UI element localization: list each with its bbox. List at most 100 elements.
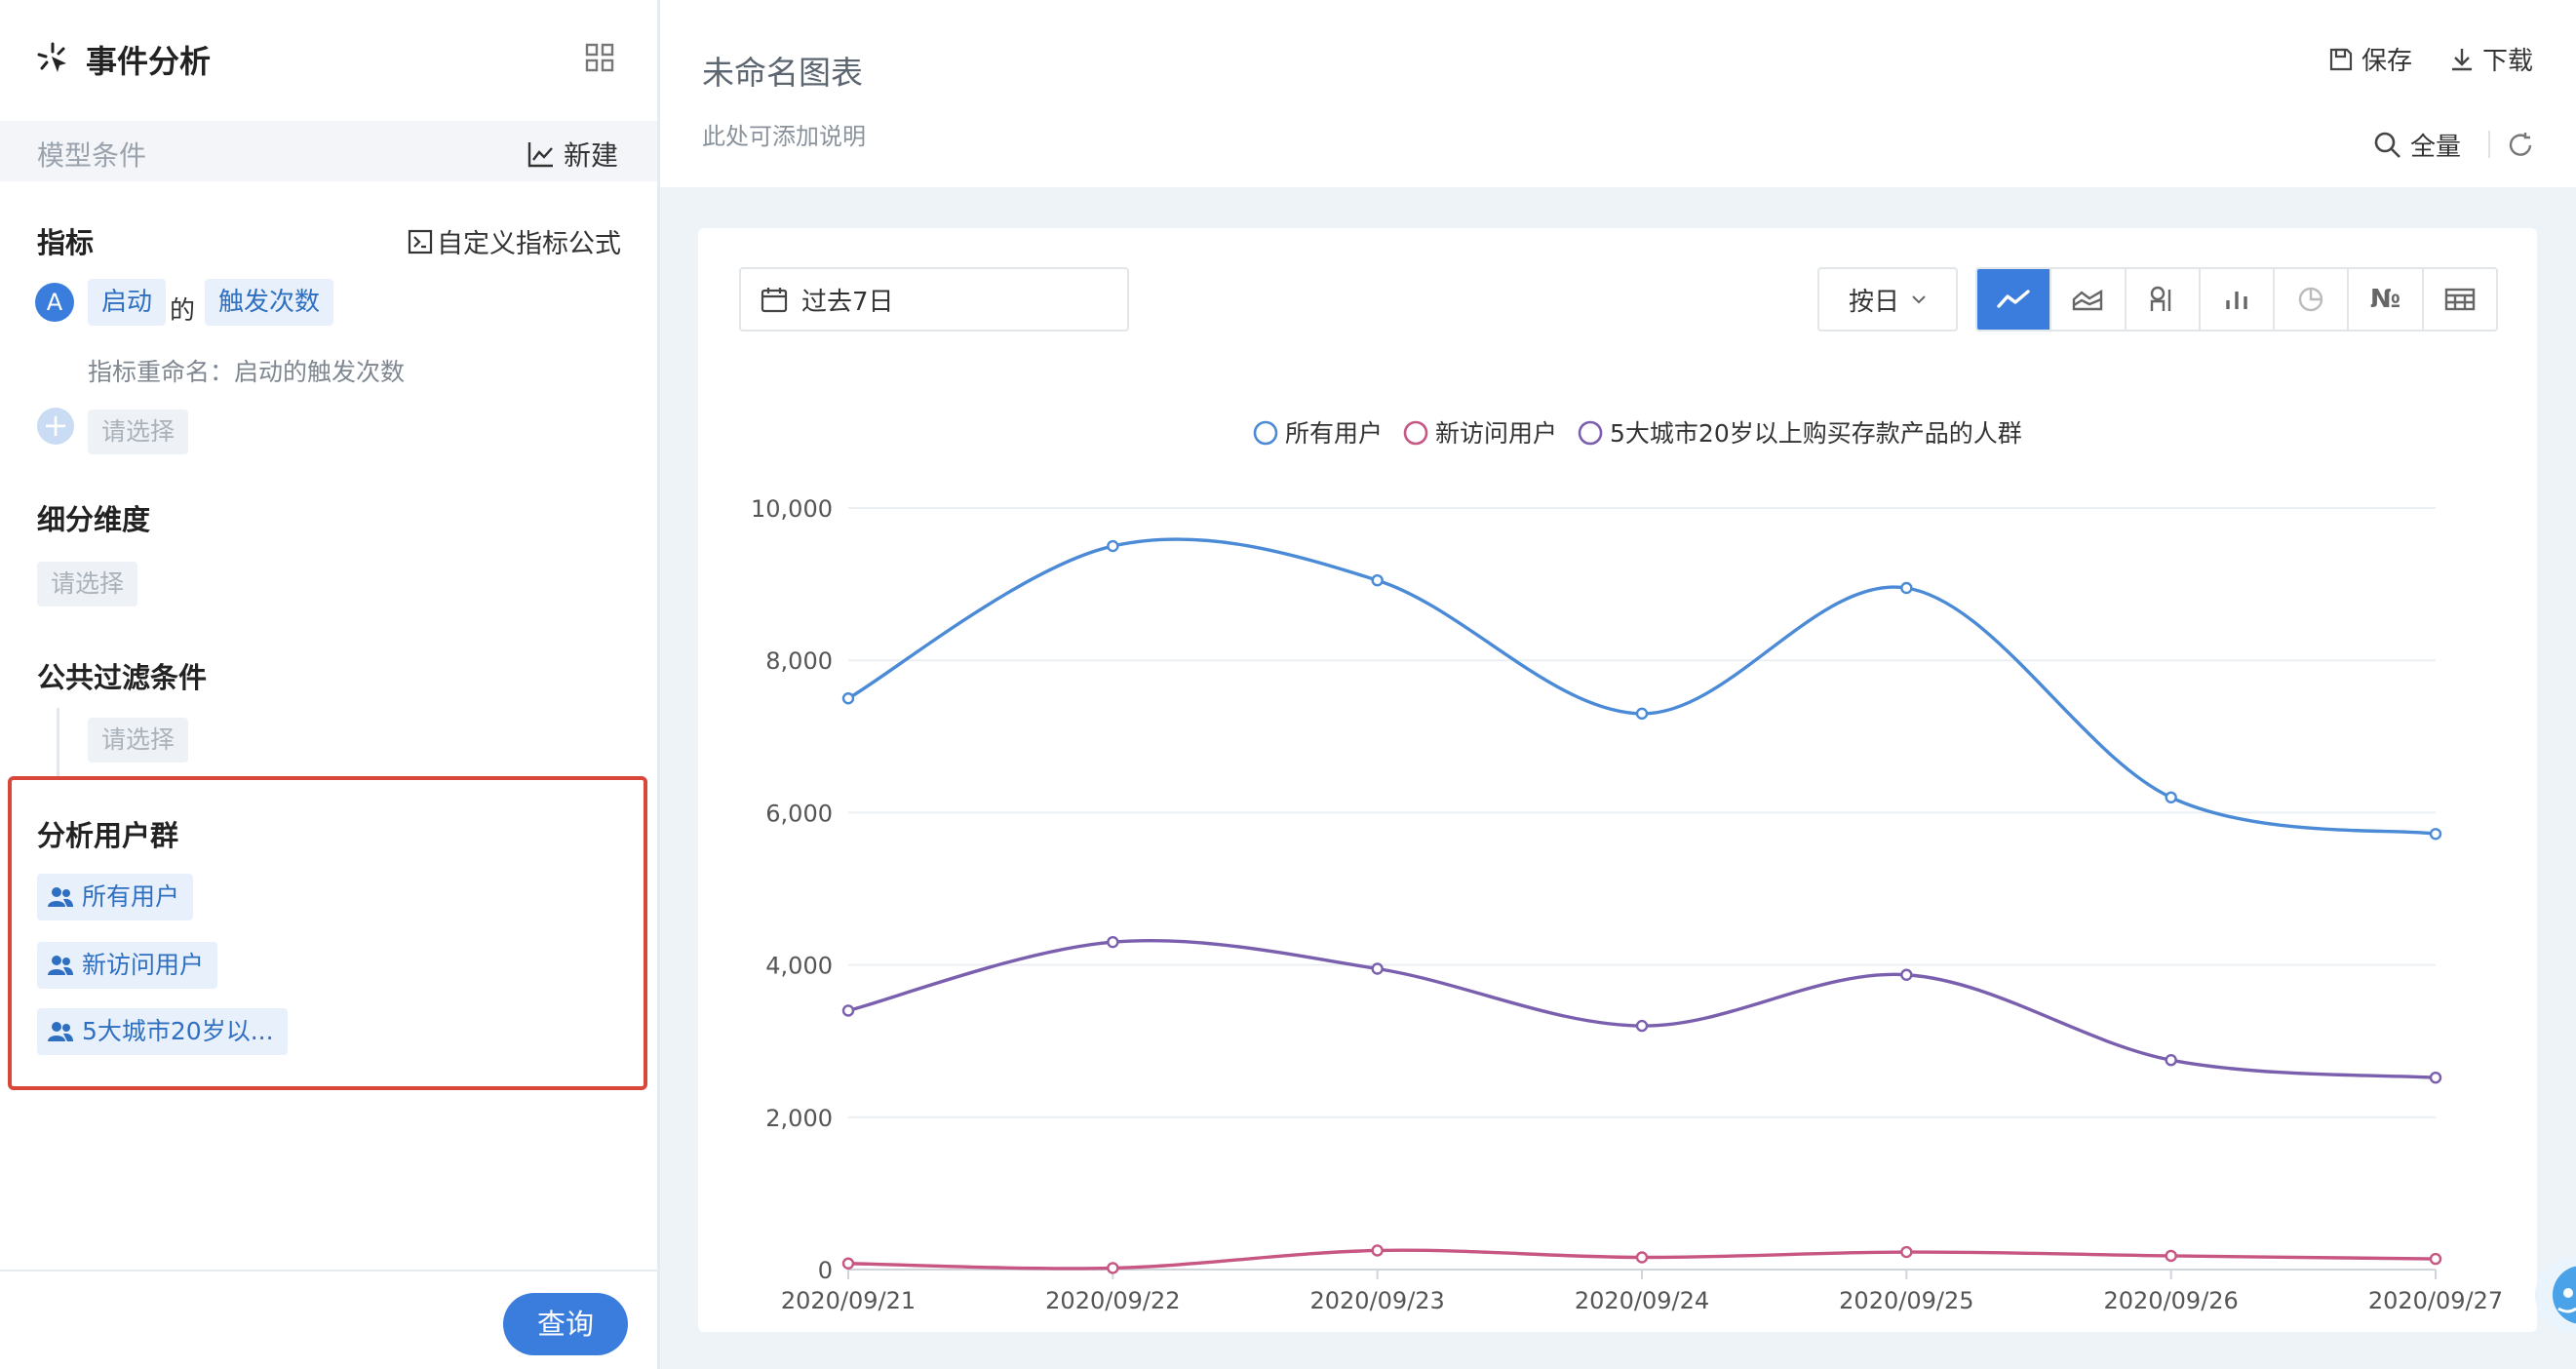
legend-marker xyxy=(1578,420,1603,446)
pie-chart-button[interactable] xyxy=(2275,269,2350,330)
custom-formula-button[interactable]: 自定义指标公式 xyxy=(408,222,621,260)
area-chart-button[interactable] xyxy=(2051,269,2127,330)
data-point xyxy=(2165,1249,2177,1263)
fullscreen-label: 全量 xyxy=(2410,133,2462,162)
data-point xyxy=(1900,1245,1913,1259)
data-point xyxy=(2429,1071,2442,1084)
data-point xyxy=(1107,1262,1119,1274)
model-condition-label: 模型条件 xyxy=(37,139,147,172)
date-range-label: 过去7日 xyxy=(801,287,894,317)
legend-marker xyxy=(1253,420,1278,446)
table-icon xyxy=(2444,288,2476,311)
chart-name[interactable]: 未命名图表 xyxy=(702,47,863,94)
user-group-label: 5大城市20岁以... xyxy=(82,1017,274,1045)
formula-icon xyxy=(408,229,433,254)
data-point xyxy=(1635,1019,1649,1033)
user-group-label: 新访问用户 xyxy=(82,951,205,979)
funnel-chart-button[interactable] xyxy=(2127,269,2201,330)
user-group-icon xyxy=(48,956,73,975)
x-tick-label: 2020/09/27 xyxy=(2368,1287,2503,1314)
dimension-section-title: 细分维度 xyxy=(37,503,151,536)
x-tick-label: 2020/09/26 xyxy=(2104,1287,2239,1314)
date-range-picker[interactable]: 过去7日 xyxy=(739,267,1129,332)
measure-select-tag[interactable]: 触发次数 xyxy=(205,279,334,326)
y-tick-label: 6,000 xyxy=(765,800,833,827)
data-point xyxy=(841,1004,855,1017)
table-chart-button[interactable] xyxy=(2424,269,2496,330)
data-point xyxy=(1371,573,1384,587)
user-group-tag-city[interactable]: 5大城市20岁以... xyxy=(37,1008,288,1055)
x-tick-label: 2020/09/23 xyxy=(1310,1287,1445,1314)
bar-chart-button[interactable] xyxy=(2201,269,2276,330)
legend-label: 5大城市20岁以上购买存款产品的人群 xyxy=(1610,419,2022,448)
search-icon xyxy=(2374,132,2400,158)
x-tick-label: 2020/09/25 xyxy=(1839,1287,1973,1314)
metric-badge: A xyxy=(35,283,74,322)
chart-description[interactable]: 此处可添加说明 xyxy=(702,117,866,151)
save-button[interactable]: 保存 xyxy=(2328,41,2412,77)
line-chart: 0 2,000 4,000 6,000 8,000 10,000 2020/09/21 202… xyxy=(751,419,2503,1314)
metric-connector: 的 xyxy=(170,296,196,326)
chart-type-switcher: № xyxy=(1975,267,2498,332)
x-tick-label: 2020/09/24 xyxy=(1575,1287,1709,1314)
metric-select-placeholder[interactable]: 请选择 xyxy=(88,410,189,454)
download-label: 下载 xyxy=(2482,47,2534,76)
dimension-select-placeholder[interactable]: 请选择 xyxy=(37,562,138,606)
legend-marker xyxy=(1403,420,1428,446)
download-icon xyxy=(2452,48,2472,70)
download-button[interactable]: 下载 xyxy=(2449,41,2533,77)
user-group-tag-new[interactable]: 新访问用户 xyxy=(37,942,218,989)
data-point xyxy=(2165,1054,2177,1067)
data-point xyxy=(841,692,855,705)
data-point xyxy=(1371,962,1384,975)
assistant-robot-icon[interactable] xyxy=(2525,1231,2576,1338)
new-chart-icon xyxy=(527,142,553,168)
data-point xyxy=(1107,539,1119,553)
event-select-tag[interactable]: 启动 xyxy=(88,279,167,326)
y-tick-label: 2,000 xyxy=(765,1105,833,1132)
custom-formula-label: 自定义指标公式 xyxy=(437,229,621,259)
data-point xyxy=(1900,968,1913,981)
line-chart-button[interactable] xyxy=(1977,269,2052,330)
granularity-label: 按日 xyxy=(1848,287,1899,317)
header-divider xyxy=(2488,131,2490,158)
data-point xyxy=(1107,935,1119,949)
series-line xyxy=(847,537,2437,836)
query-button[interactable]: 查询 xyxy=(503,1293,628,1355)
user-group-icon xyxy=(48,1022,73,1041)
add-metric-button[interactable]: + xyxy=(37,408,74,445)
calendar-icon xyxy=(761,288,788,313)
y-tick-label: 0 xyxy=(818,1257,833,1284)
data-point xyxy=(1635,707,1649,721)
user-group-section-title: 分析用户群 xyxy=(37,819,179,852)
line-chart-icon xyxy=(1997,290,2030,308)
series-line xyxy=(847,939,2437,1079)
data-point xyxy=(841,1257,855,1270)
filter-section-title: 公共过滤条件 xyxy=(37,661,208,694)
granularity-select[interactable]: 按日 xyxy=(1817,267,1958,332)
refresh-icon[interactable] xyxy=(2506,131,2535,160)
data-point xyxy=(1900,581,1913,595)
data-point xyxy=(1635,1251,1649,1264)
number-chart-button[interactable]: № xyxy=(2349,269,2424,330)
y-tick-label: 4,000 xyxy=(765,953,833,980)
filter-guide-line xyxy=(57,708,59,776)
fullscreen-button[interactable]: 全量 xyxy=(2373,127,2461,163)
chevron-down-icon xyxy=(1912,295,1926,304)
page-title: 事件分析 xyxy=(86,43,212,80)
y-tick-label: 8,000 xyxy=(765,647,833,675)
legend-label: 所有用户 xyxy=(1285,419,1383,448)
user-group-icon xyxy=(48,887,73,907)
grid-icon[interactable] xyxy=(585,43,614,72)
new-model-label: 新建 xyxy=(564,139,619,172)
user-group-tag-all[interactable]: 所有用户 xyxy=(37,874,194,920)
metric-rename-text[interactable]: 指标重命名：启动的触发次数 xyxy=(88,353,405,388)
data-point xyxy=(2429,1252,2442,1266)
data-point xyxy=(2165,791,2177,803)
x-tick-label: 2020/09/21 xyxy=(781,1287,916,1314)
chart-header xyxy=(660,0,2576,187)
bar-chart-icon xyxy=(2226,292,2247,309)
filter-select-placeholder[interactable]: 请选择 xyxy=(88,718,189,763)
new-model-button[interactable]: 新建 xyxy=(527,135,618,174)
number-icon: № xyxy=(2369,285,2401,314)
